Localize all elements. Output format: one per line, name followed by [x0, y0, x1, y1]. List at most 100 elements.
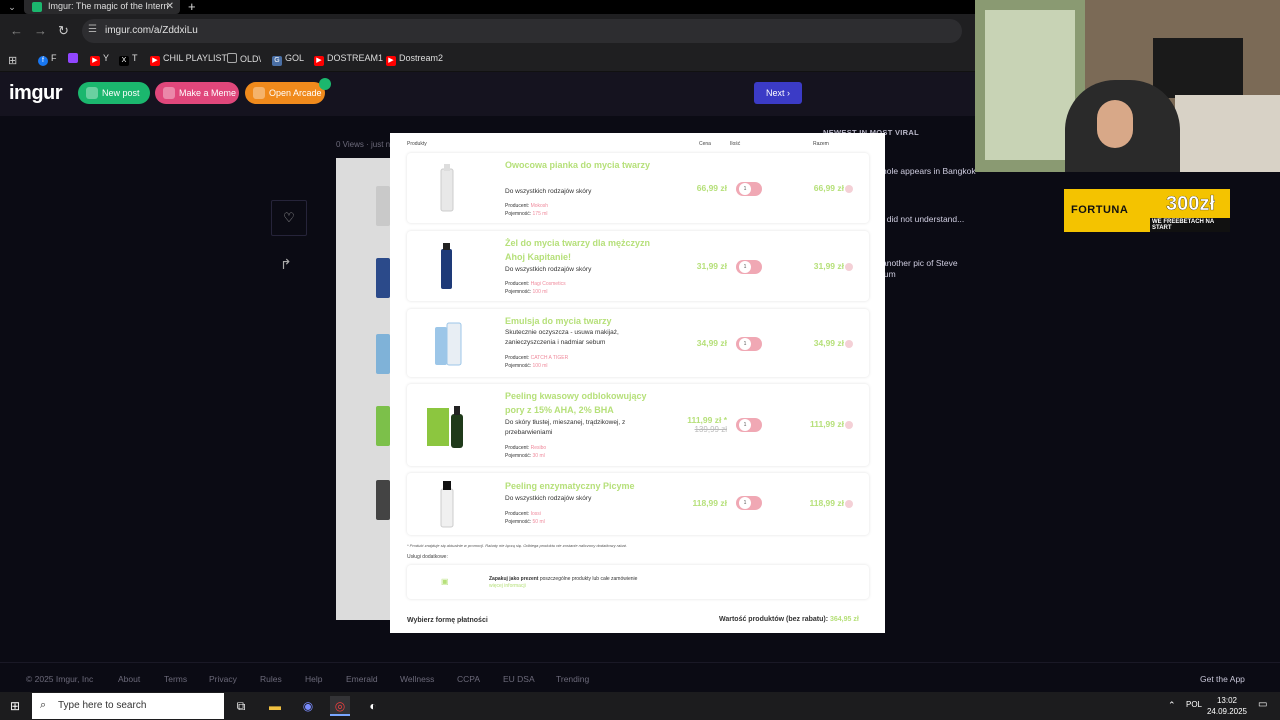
footer-link-terms[interactable]: Terms — [164, 674, 187, 684]
site-info-icon[interactable]: ☰ — [88, 24, 97, 35]
open-arcade-button[interactable]: Open Arcade — [245, 78, 331, 104]
notifications-icon[interactable]: ▭ — [1258, 699, 1267, 710]
remove-item-icon[interactable] — [845, 500, 853, 508]
app-icon[interactable]: ◉ — [298, 696, 318, 716]
product-thumb — [376, 186, 390, 226]
bookmark-item[interactable]: OLD\ — [227, 53, 261, 67]
quantity-stepper[interactable]: 1 — [736, 337, 762, 351]
tray-chevron-icon[interactable]: ⌃ — [1168, 700, 1176, 711]
producer-name: Resibo — [530, 445, 547, 451]
gift-wrap-option[interactable]: ▣ Zapakuj jako prezent poszczególne prod… — [407, 565, 869, 599]
quantity-value: 1 — [739, 261, 751, 273]
viral-post-link[interactable]: another pic of Steve — [882, 258, 982, 269]
webcam-window-pane — [985, 10, 1075, 160]
remove-item-icon[interactable] — [845, 421, 853, 429]
favorite-button[interactable]: ♡ — [271, 200, 307, 236]
remove-item-icon[interactable] — [845, 340, 853, 348]
capacity-label: Pojemność: — [505, 289, 532, 295]
sponsor-banner[interactable]: FORTUNA 300zł WE FREEBETACH NA START — [1064, 189, 1230, 232]
product-image — [427, 479, 467, 529]
footer-link-ccpa[interactable]: CCPA — [457, 674, 480, 684]
bookmark-label: CHIL PLAYLIST — [163, 53, 228, 63]
url-input[interactable]: ☰ imgur.com/a/ZddxiLu — [82, 19, 962, 43]
get-app-link[interactable]: Get the App — [1200, 674, 1245, 684]
viral-post-link[interactable]: hole appears in Bangkok — [882, 166, 982, 177]
bookmark-item[interactable]: fF — [38, 53, 57, 67]
product-name: Peeling enzymatyczny Picyme — [505, 481, 635, 491]
forward-icon[interactable]: → — [34, 23, 47, 38]
x-icon: X — [119, 56, 129, 66]
reload-icon[interactable]: ↻ — [58, 23, 69, 39]
viral-post-link[interactable]: I did not understand... — [882, 214, 982, 225]
footer-link-trending[interactable]: Trending — [556, 674, 589, 684]
tab-search-icon[interactable]: ⌄ — [2, 0, 22, 14]
next-button[interactable]: Next › — [754, 82, 802, 104]
new-tab-icon[interactable]: + — [188, 0, 196, 14]
task-view-icon[interactable]: ⧉ — [231, 696, 251, 716]
post-views: 0 Views · just no — [336, 140, 395, 149]
imgur-logo[interactable]: imgur — [9, 82, 63, 105]
remove-item-icon[interactable] — [845, 185, 853, 193]
url-text: imgur.com/a/ZddxiLu — [105, 25, 198, 36]
quantity-stepper[interactable]: 1 — [736, 496, 762, 510]
chrome-icon[interactable]: ◎ — [330, 696, 350, 716]
sum-label-text: Wartość produktów (bez rabatu): — [719, 616, 829, 623]
back-icon[interactable]: ← — [10, 23, 23, 38]
bookmark-item[interactable]: XT — [119, 53, 138, 67]
taskbar-clock[interactable]: 13:02 24.09.2025 — [1200, 695, 1254, 717]
bookmark-item[interactable]: ▶ Y — [90, 53, 109, 67]
obs-icon[interactable]: ◐ — [363, 696, 383, 716]
bookmark-label: OLD\ — [240, 54, 262, 64]
close-icon[interactable]: ✕ — [166, 0, 174, 14]
search-icon: ⌕ — [40, 699, 47, 711]
share-icon[interactable]: ↱ — [280, 256, 292, 273]
product-thumb — [376, 406, 390, 446]
plus-icon — [86, 87, 98, 99]
new-post-button[interactable]: New post — [78, 82, 150, 104]
viral-post-link[interactable]: ium — [882, 269, 982, 280]
screen: ⌄ Imgur: The magic of the Interne ✕ + ← … — [0, 0, 1280, 720]
apps-grid-icon[interactable]: ⊞ — [8, 54, 17, 67]
producer-label: Producent: — [505, 203, 530, 209]
old-price: 139,99 zł — [694, 425, 727, 434]
make-meme-button[interactable]: Make a Meme — [155, 82, 239, 104]
capacity-value: 30 ml — [532, 453, 545, 459]
extra-services-label: Usługi dodatkowe: — [407, 554, 448, 560]
product-meta: Producent: Resibo Pojemność: 30 ml — [505, 444, 546, 460]
footer-link-rules[interactable]: Rules — [260, 674, 282, 684]
line-total: 111,99 zł — [809, 419, 844, 429]
producer-name: Iossi — [530, 511, 541, 517]
footer-link-help[interactable]: Help — [305, 674, 322, 684]
webcam-sofa — [1175, 95, 1280, 172]
bookmark-label: F — [51, 53, 57, 63]
active-tab[interactable]: Imgur: The magic of the Interne ✕ — [24, 0, 180, 14]
remove-item-icon[interactable] — [845, 263, 853, 271]
payment-method-label: Wybierz formę płatności — [407, 617, 488, 624]
bookmark-item[interactable]: G GOL — [272, 53, 304, 67]
footer-link-about[interactable]: About — [118, 674, 140, 684]
search-placeholder: Type here to search — [58, 700, 147, 711]
product-box-icon — [427, 406, 463, 448]
footer-link-privacy[interactable]: Privacy — [209, 674, 237, 684]
image-lightbox: Produkty Cena Ilość Razem Owocowa pianka… — [390, 133, 885, 633]
gol-icon: G — [272, 56, 282, 66]
windows-start-icon[interactable]: ⊞ — [10, 699, 20, 713]
quantity-stepper[interactable]: 1 — [736, 182, 762, 196]
promo-note: * Produkt znajduje się aktualnie w promo… — [407, 543, 627, 548]
product-meta: Producent: Hagi Cosmetics Pojemność: 100 … — [505, 280, 566, 296]
quantity-stepper[interactable]: 1 — [736, 260, 762, 274]
capacity-label: Pojemność: — [505, 519, 532, 525]
bookmark-item[interactable] — [68, 53, 81, 67]
bookmark-item[interactable]: ▶ CHIL PLAYLIST — [150, 53, 227, 67]
file-explorer-icon[interactable]: ▬ — [265, 696, 285, 716]
bookmark-item[interactable]: ▶ DOSTREAM1 — [314, 53, 383, 67]
producer-label: Producent: — [505, 511, 530, 517]
footer-link-emerald[interactable]: Emerald — [346, 674, 378, 684]
taskbar-search-input[interactable]: ⌕ Type here to search — [32, 693, 224, 719]
youtube-icon: ▶ — [386, 56, 396, 66]
footer-link-wellness[interactable]: Wellness — [400, 674, 434, 684]
footer-link-eu-dsa[interactable]: EU DSA — [503, 674, 535, 684]
quantity-stepper[interactable]: 1 — [736, 418, 762, 432]
bookmark-item[interactable]: ▶ Dostream2 — [386, 53, 443, 67]
more-info-link[interactable]: więcej informacji — [489, 583, 526, 589]
